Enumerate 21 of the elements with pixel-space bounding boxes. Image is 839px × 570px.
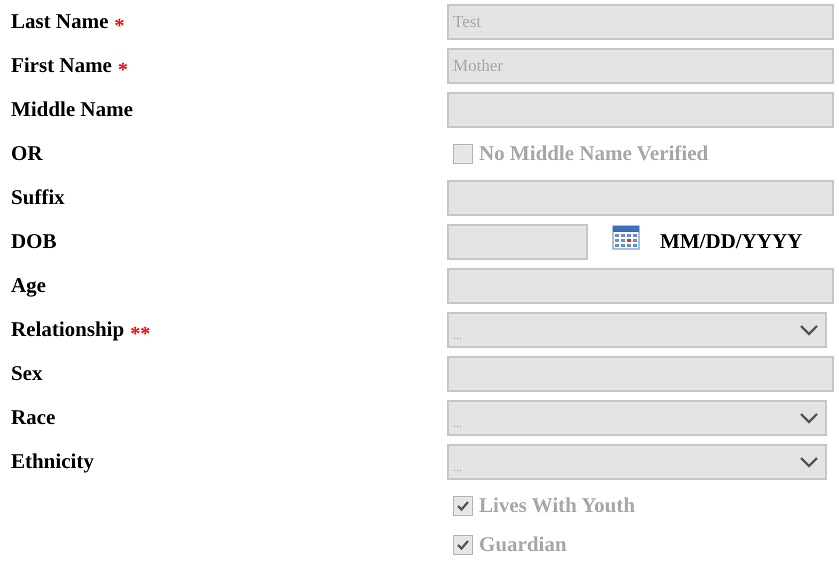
checkmark-icon: [456, 500, 470, 512]
field-label: Ethnicity: [11, 448, 94, 476]
checkmark-icon: [456, 539, 470, 551]
required-mark: *: [118, 58, 128, 83]
date-format-hint: MM/DD/YYYY: [660, 228, 802, 256]
chevron-down-icon: [799, 324, 819, 336]
chevron-down-icon: [799, 456, 819, 468]
chevron-down-icon: [799, 412, 819, 424]
required-mark: *: [114, 14, 124, 39]
field-label: Middle Name: [11, 96, 133, 124]
field-label: Last Name: [11, 8, 108, 36]
field-label: Race: [11, 404, 56, 432]
field-label: Relationship: [11, 316, 124, 344]
field-label: Age: [11, 272, 46, 300]
field-label: Suffix: [11, 184, 65, 212]
field-label: OR: [11, 140, 42, 168]
field-label: Sex: [11, 360, 42, 388]
calendar-icon[interactable]: [612, 224, 640, 250]
field-label: First Name: [11, 52, 112, 80]
required-mark: **: [130, 322, 150, 347]
field-label: DOB: [11, 228, 57, 256]
